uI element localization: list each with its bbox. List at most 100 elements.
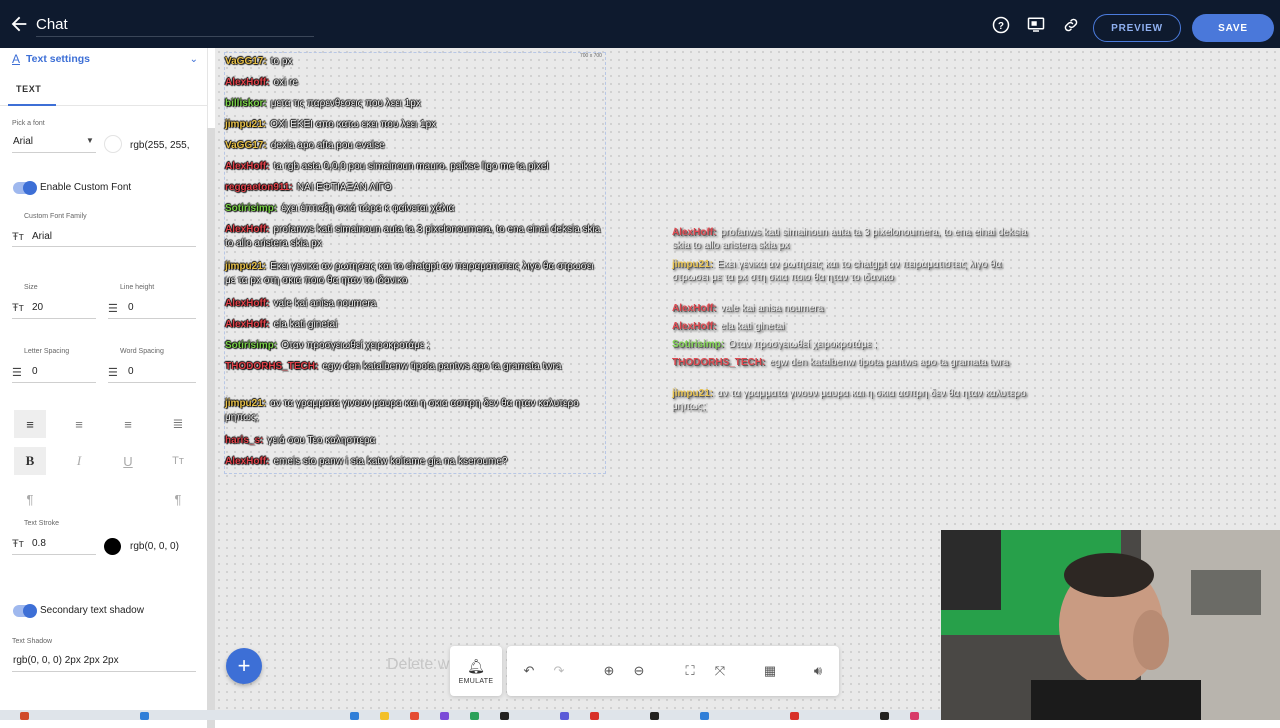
align-justify-icon[interactable]: ≣ [162, 410, 194, 438]
chat-username: jimpu21: [225, 261, 267, 272]
font-color-value[interactable]: rgb(255, 255, [130, 140, 190, 151]
page-title[interactable]: Chat [36, 16, 68, 33]
stroke-color-swatch[interactable] [104, 538, 121, 555]
paragraph-ltr-icon[interactable]: ¶ [14, 485, 46, 513]
fullscreen-icon[interactable]: ⛶ [681, 662, 699, 680]
chat-text: έχει έπτιαξη σκιά τώρα κ φαίνεται χάλια [281, 203, 455, 214]
font-label: Pick a font [12, 120, 45, 127]
letter-spacing-input[interactable]: 0 [32, 366, 38, 377]
back-arrow-icon[interactable] [8, 13, 30, 35]
word-spacing-underline [108, 382, 196, 383]
undo-icon[interactable]: ↶ [520, 662, 538, 680]
line-height-label: Line height [120, 284, 155, 291]
taskbar-app-icon[interactable] [140, 712, 149, 720]
font-color-swatch[interactable] [104, 135, 122, 153]
letter-spacing-label: Letter Spacing [24, 348, 70, 355]
preview-text: αν τα γραμματα γινουν μαυρα και η σκια α… [672, 388, 1026, 412]
font-select[interactable]: Arial [13, 136, 33, 147]
bold-icon[interactable]: B [14, 447, 46, 475]
chat-message: Sotirisimp: Οταν προσγειωθεί χειροκροτάμε… [225, 339, 603, 353]
title-underline [36, 36, 314, 37]
chat-username: billiskor: [225, 98, 267, 109]
chat-message: Sotirisimp: έχει έπτιαξη σκιά τώρα κ φαίν… [225, 202, 603, 216]
taskbar-app-icon[interactable] [650, 712, 659, 720]
chat-text: αν τα γραμματα γινουν μαυρα και η σκια α… [225, 398, 579, 423]
chat-message: billiskor: μετα τις παρενθεσεις που λεει … [225, 97, 603, 111]
chat-message: THODORHS_TECH: egw den katalbenw tipota p… [225, 360, 603, 374]
chat-message: jimpu21: αν τα γραμματα γινουν μαυρα και … [225, 397, 603, 425]
taskbar-app-icon[interactable] [20, 712, 29, 720]
help-icon[interactable]: ? [992, 16, 1010, 34]
preview-message: AlexHoff: vale kai anisa noumera [672, 302, 1032, 315]
taskbar-app-icon[interactable] [590, 712, 599, 720]
paragraph-rtl-icon[interactable]: ¶ [162, 485, 194, 513]
fit-screen-icon[interactable]: ⤧ [711, 662, 729, 680]
stroke-underline [12, 554, 96, 555]
stroke-input[interactable]: 0.8 [32, 538, 46, 549]
chat-text: egw den katalbenw tipota pantws apo ta g… [322, 361, 562, 372]
top-bar: Chat ? PREVIEW SAVE [0, 0, 1280, 48]
taskbar-app-icon[interactable] [410, 712, 419, 720]
save-button[interactable]: SAVE [1192, 14, 1274, 42]
emulate-button[interactable]: 🔔︎ EMULATE [450, 646, 502, 696]
preview-text: vale kai anisa noumera [720, 303, 824, 314]
letter-spacing-icon: ☰ [12, 367, 22, 379]
taskbar-app-icon[interactable] [790, 712, 799, 720]
text-transform-icon[interactable]: Tт [162, 447, 194, 475]
canvas-toolbar: ↶ ↷ ⊕ ⊖ ⛶ ⤧ ▦ 🔊︎ [507, 646, 839, 696]
zoom-out-icon[interactable]: ⊖ [630, 662, 648, 680]
size-input[interactable]: 20 [32, 302, 43, 313]
align-left-icon[interactable]: ≡ [14, 410, 46, 438]
grid-icon[interactable]: ▦ [761, 662, 779, 680]
custom-font-input[interactable]: Arial [32, 231, 52, 242]
link-icon[interactable] [1062, 16, 1080, 34]
taskbar-app-icon[interactable] [560, 712, 569, 720]
chat-text: profanws kati simainoun auta ta 3 pixelo… [225, 224, 601, 249]
chat-message: VaGG17: dexia apo afta pou evalse [225, 139, 603, 153]
align-right-icon[interactable]: ≡ [112, 410, 144, 438]
custom-font-toggle[interactable] [13, 181, 37, 195]
chat-message: AlexHoff: ta rgb asta 0,0,0 pou simainoun… [225, 160, 603, 174]
chat-username: AlexHoff: [225, 456, 270, 467]
stroke-color-value[interactable]: rgb(0, 0, 0) [130, 541, 179, 552]
taskbar-app-icon[interactable] [350, 712, 359, 720]
preview-text: Εκει γενικα αν ρωτησεις και το chatgpt α… [672, 259, 1002, 283]
taskbar-app-icon[interactable] [880, 712, 889, 720]
text-settings-header[interactable]: A Text settings ⌄ [12, 50, 198, 68]
chat-username: AlexHoff: [225, 319, 270, 330]
taskbar-app-icon[interactable] [380, 712, 389, 720]
taskbar-app-icon[interactable] [440, 712, 449, 720]
zoom-in-icon[interactable]: ⊕ [600, 662, 618, 680]
chevron-down-icon[interactable]: ⌄ [190, 54, 198, 65]
shadow-input[interactable]: rgb(0, 0, 0) 2px 2px 2px [13, 655, 119, 666]
italic-icon[interactable]: I [63, 447, 95, 475]
tab-text[interactable]: TEXT [16, 84, 41, 94]
preview-button[interactable]: PREVIEW [1093, 14, 1181, 42]
volume-icon[interactable]: 🔊︎ [809, 662, 827, 680]
redo-icon[interactable]: ↷ [550, 662, 568, 680]
chat-text: vale kai anisa noumera [273, 298, 377, 309]
secondary-shadow-toggle[interactable] [13, 604, 37, 618]
preview-text: egw den katalbenw tipota pantws apo ta g… [769, 357, 1009, 368]
preview-username: Sotirisimp: [672, 339, 725, 350]
preview-username: AlexHoff: [672, 303, 717, 314]
chat-username: VaGG17: [225, 140, 267, 151]
chat-username: haris_s: [225, 435, 264, 446]
align-center-icon[interactable]: ≡ [63, 410, 95, 438]
underline-icon[interactable]: U [112, 447, 144, 475]
dropdown-arrow-icon[interactable]: ▼ [86, 136, 94, 145]
taskbar-app-icon[interactable] [470, 712, 479, 720]
taskbar-app-icon[interactable] [700, 712, 709, 720]
os-taskbar [0, 710, 941, 720]
delete-hint: Delete w [387, 656, 450, 673]
chat-text: oxi re [273, 77, 298, 88]
webcam-overlay [941, 530, 1280, 720]
word-spacing-input[interactable]: 0 [128, 366, 134, 377]
taskbar-app-icon[interactable] [500, 712, 509, 720]
monitor-icon[interactable] [1027, 16, 1045, 34]
taskbar-app-icon[interactable] [910, 712, 919, 720]
panel-scrollbar[interactable] [207, 128, 215, 728]
custom-font-family-label: Custom Font Family [24, 213, 87, 220]
add-widget-button[interactable]: + [226, 648, 262, 684]
line-height-input[interactable]: 0 [128, 302, 134, 313]
